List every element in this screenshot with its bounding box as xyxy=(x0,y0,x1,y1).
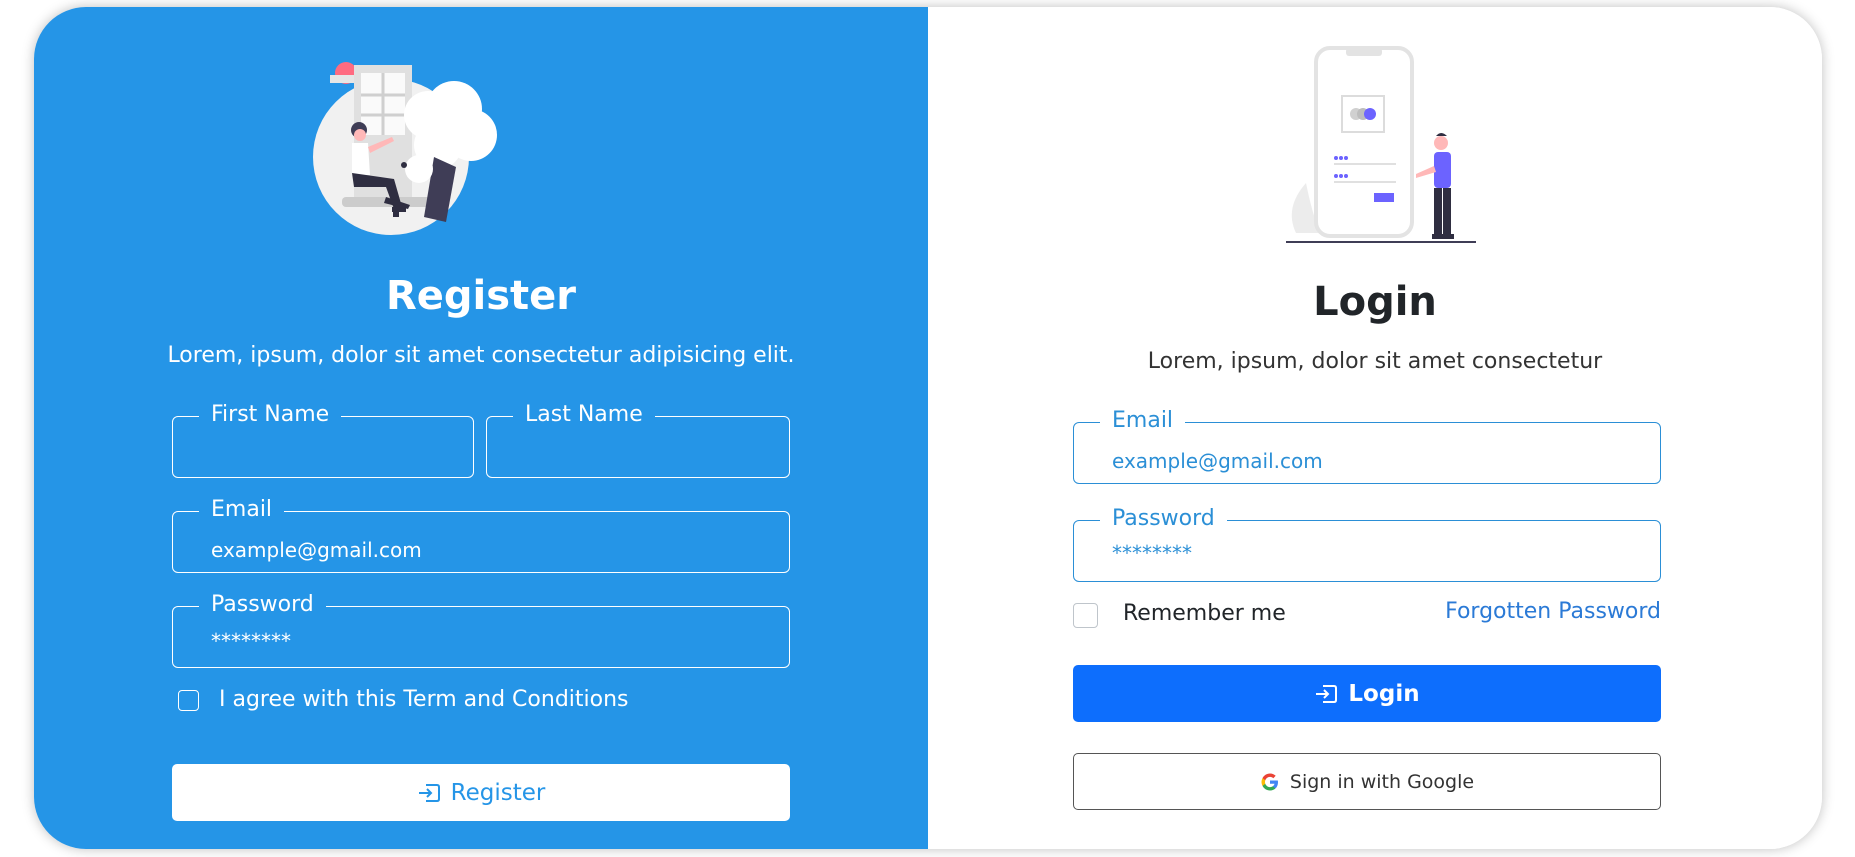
login-password-value: ******** xyxy=(1112,541,1192,565)
last-name-field[interactable]: Last Name xyxy=(486,400,790,478)
register-password-value: ******** xyxy=(211,629,291,653)
login-button-label: Login xyxy=(1348,680,1420,707)
login-email-field[interactable]: Email example@gmail.com xyxy=(1073,406,1661,484)
login-panel: Login Lorem, ipsum, dolor sit amet conse… xyxy=(928,7,1822,849)
terms-label: I agree with this Term and Conditions xyxy=(219,687,629,712)
login-password-field[interactable]: Password ******** xyxy=(1073,504,1661,582)
login-title: Login xyxy=(1313,279,1437,325)
register-email-field[interactable]: Email example@gmail.com xyxy=(172,495,790,573)
auth-card: Register Lorem, ipsum, dolor sit amet co… xyxy=(34,7,1822,849)
first-name-label: First Name xyxy=(199,400,342,430)
forgot-password-link[interactable]: Forgotten Password xyxy=(1445,599,1661,624)
register-button-label: Register xyxy=(450,779,546,806)
register-email-value: example@gmail.com xyxy=(211,538,422,562)
login-email-label: Email xyxy=(1100,406,1186,436)
login-password-label: Password xyxy=(1100,504,1227,534)
register-panel: Register Lorem, ipsum, dolor sit amet co… xyxy=(34,7,928,849)
register-button[interactable]: Register xyxy=(172,764,790,821)
google-signin-button[interactable]: Sign in with Google xyxy=(1073,753,1661,810)
login-email-value: example@gmail.com xyxy=(1112,449,1323,473)
login-button[interactable]: Login xyxy=(1073,665,1661,722)
terms-checkbox[interactable] xyxy=(178,690,199,711)
remember-me-label: Remember me xyxy=(1123,601,1286,626)
person-sitting-by-window-illustration xyxy=(313,62,497,235)
last-name-label: Last Name xyxy=(513,400,655,430)
google-icon xyxy=(1260,772,1280,792)
sign-in-icon xyxy=(1314,683,1338,705)
register-password-label: Password xyxy=(199,590,326,620)
register-title: Register xyxy=(385,273,577,319)
register-email-label: Email xyxy=(199,495,285,525)
first-name-field[interactable]: First Name xyxy=(172,400,474,478)
register-password-field[interactable]: Password ******** xyxy=(172,590,790,668)
login-subtitle: Lorem, ipsum, dolor sit amet consectetur xyxy=(1147,349,1603,374)
remember-me-checkbox[interactable] xyxy=(1073,603,1098,628)
sign-in-icon xyxy=(417,782,441,804)
google-button-label: Sign in with Google xyxy=(1289,770,1475,793)
register-subtitle: Lorem, ipsum, dolor sit amet consectetur… xyxy=(167,343,795,368)
person-with-phone-login-illustration xyxy=(1286,46,1476,243)
